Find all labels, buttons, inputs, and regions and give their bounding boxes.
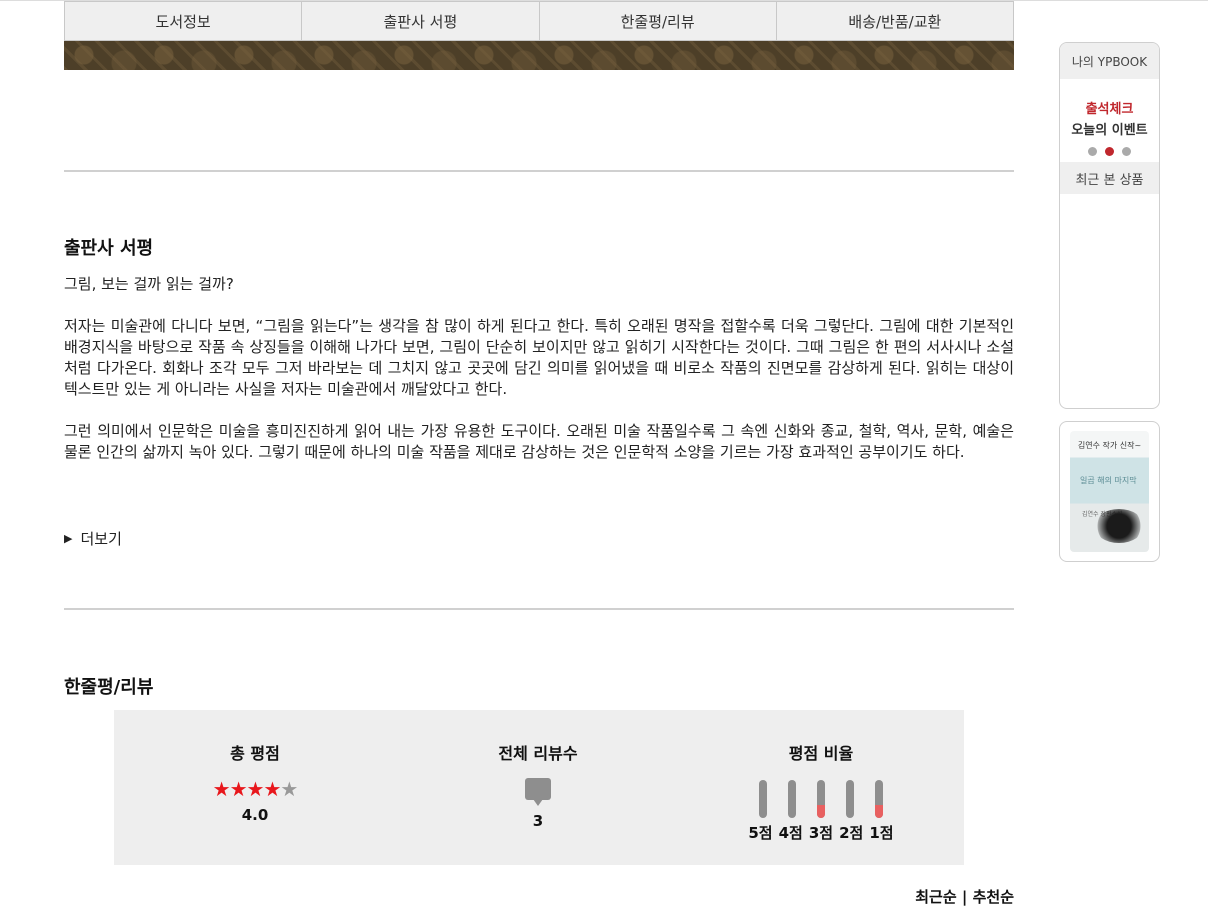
ratio-bar-fill (817, 805, 825, 818)
sort-recent-button[interactable]: 최근순 (915, 888, 956, 906)
section-divider (64, 170, 1014, 172)
tab-publisher-review[interactable]: 출판사 서평 (302, 2, 540, 40)
ratio-bar-label: 1점 (869, 824, 894, 842)
cover-subtitle: 일곱 해의 마지막 (1080, 476, 1137, 485)
review-count: 3 (532, 812, 544, 830)
tab-book-info[interactable]: 도서정보 (65, 2, 303, 40)
sort-recommend-button[interactable]: 추천순 (973, 888, 1014, 906)
sort-separator: | (961, 888, 968, 906)
review-paragraph-1: 저자는 미술관에 다니다 보면, “그림을 읽는다”는 생각을 참 많이 하게 … (64, 317, 1015, 398)
cover-title: 김연수 작가 신작~ (1077, 441, 1142, 450)
attendance-event-link[interactable]: 출석체크 (1060, 98, 1159, 117)
carousel-dot-active[interactable] (1105, 147, 1114, 156)
reviews-title: 한줄평/리뷰 (64, 677, 154, 698)
today-event-link[interactable]: 오늘의 이벤트 (1060, 119, 1159, 138)
carousel-dot[interactable] (1122, 147, 1131, 156)
ratio-bar-label: 4점 (778, 824, 803, 842)
more-toggle[interactable]: ▶ 더보기 (64, 528, 122, 549)
rating-ratio-column: 평점 비율 5점 4점 3점 2점 1점 (701, 740, 941, 843)
ratio-bar (846, 780, 854, 818)
recently-viewed-header: 최근 본 상품 (1060, 162, 1159, 194)
carousel-dot[interactable] (1088, 147, 1097, 156)
ratio-bar (788, 780, 796, 818)
ratio-bar (875, 780, 883, 818)
ratio-bar-label: 5점 (748, 824, 773, 842)
ratio-bar (759, 780, 767, 818)
event-carousel-dots (1060, 147, 1159, 156)
review-sort: 최근순 | 추천순 (915, 886, 1014, 907)
ratio-bar (817, 780, 825, 818)
ratio-bars (701, 780, 941, 818)
total-rating-label: 총 평점 (230, 744, 280, 763)
review-question: 그림, 보는 걸까 읽는 걸까? (64, 275, 234, 293)
section-divider (64, 608, 1014, 610)
star-filled-icon: ★ (212, 777, 231, 801)
star-filled-icon: ★ (263, 777, 281, 801)
star-filled-icon: ★ (246, 777, 265, 801)
publisher-review-title: 출판사 서평 (64, 238, 154, 259)
ratio-bar-label: 3점 (808, 824, 834, 842)
decorative-banner (64, 41, 1014, 70)
speech-bubble-icon (525, 778, 551, 806)
rating-stars: ★★★★★ (135, 778, 375, 800)
rating-value: 4.0 (241, 806, 269, 824)
total-rating-column: 총 평점 ★★★★★ 4.0 (135, 740, 375, 824)
book-cover-ad[interactable]: 김연수 작가 신작~ 일곱 해의 마지막 김연수 장편소설 (1070, 431, 1149, 552)
quick-menu: 나의 YPBOOK 출석체크 오늘의 이벤트 최근 본 상품 (1059, 42, 1160, 409)
tab-reviews[interactable]: 한줄평/리뷰 (539, 2, 777, 40)
cover-art-image (1094, 509, 1144, 543)
ratio-bar-label: 2점 (839, 824, 864, 842)
rating-summary: 총 평점 ★★★★★ 4.0 전체 리뷰수 3 평점 비율 5점 4점 3점 2점 1점 (114, 710, 964, 865)
review-count-label: 전체 리뷰수 (498, 744, 578, 763)
triangle-right-icon: ▶ (64, 532, 73, 545)
star-empty-icon: ★ (280, 777, 298, 801)
detail-tabs: 도서정보 출판사 서평 한줄평/리뷰 배송/반품/교환 (64, 1, 1014, 41)
star-filled-icon: ★ (229, 777, 248, 801)
review-count-column: 전체 리뷰수 3 (418, 740, 658, 830)
more-label: 더보기 (80, 530, 122, 548)
rating-ratio-label: 평점 비율 (788, 744, 854, 763)
promo-banner: 김연수 작가 신작~ 일곱 해의 마지막 김연수 장편소설 (1059, 421, 1160, 562)
ratio-bar-fill (875, 805, 883, 818)
tab-shipping-returns[interactable]: 배송/반품/교환 (776, 2, 1013, 40)
review-paragraph-2: 그런 의미에서 인문학은 미술을 흥미진진하게 읽어 내는 가장 유용한 도구이… (64, 422, 1014, 461)
my-ypbook-link[interactable]: 나의 YPBOOK (1060, 43, 1159, 79)
ratio-bar-labels: 5점 4점 3점 2점 1점 (701, 822, 941, 843)
publisher-review-body: 그림, 보는 걸까 읽는 걸까? 저자는 미술관에 다니다 보면, “그림을 읽… (64, 274, 1014, 484)
